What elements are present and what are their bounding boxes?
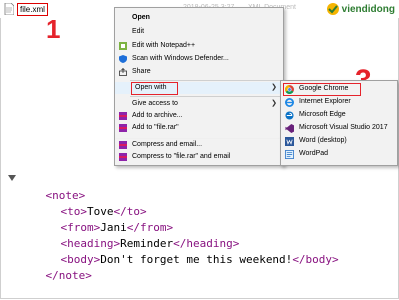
menu-item-edit-notepadpp[interactable]: Edit with Notepad++ — [115, 40, 283, 52]
winrar-icon — [119, 153, 127, 161]
menu-item-scan-defender[interactable]: Scan with Windows Defender... — [115, 53, 283, 65]
menu-item-share[interactable]: Share — [115, 66, 283, 78]
defender-shield-icon — [119, 55, 127, 63]
submenu-item-visual-studio[interactable]: Microsoft Visual Studio 2017 — [281, 122, 397, 134]
menu-item-open-with[interactable]: Open with ❯ — [115, 82, 283, 95]
submenu-item-microsoft-edge[interactable]: Microsoft Edge — [281, 109, 397, 121]
collapse-toggle-icon[interactable] — [8, 175, 16, 181]
visual-studio-icon — [285, 124, 294, 133]
file-entry[interactable]: file.xml — [4, 2, 48, 16]
notepadpp-icon — [119, 42, 127, 50]
internet-explorer-icon — [285, 98, 294, 107]
menu-separator — [130, 96, 280, 97]
open-with-submenu: Google Chrome Internet Explorer Microsof… — [280, 80, 398, 166]
word-icon — [285, 137, 294, 146]
submenu-item-word[interactable]: Word (desktop) — [281, 135, 397, 147]
submenu-arrow-icon: ❯ — [271, 100, 277, 107]
submenu-item-internet-explorer[interactable]: Internet Explorer — [281, 96, 397, 108]
chrome-icon — [285, 85, 294, 94]
menu-item-edit[interactable]: Edit — [115, 26, 283, 38]
winrar-icon — [119, 112, 127, 120]
xml-note-close-line: </note> — [45, 269, 92, 282]
brand-logo-text: viendidong — [341, 3, 395, 15]
menu-item-compress-rar-email[interactable]: Compress to "file.rar" and email — [115, 151, 283, 163]
submenu-item-wordpad[interactable]: WordPad — [281, 148, 397, 160]
submenu-item-google-chrome[interactable]: Google Chrome — [281, 83, 397, 96]
context-menu: Open Edit Edit with Notepad++ Scan with … — [114, 7, 284, 141]
menu-separator — [130, 80, 280, 81]
menu-item-give-access[interactable]: Give access to ❯ — [115, 98, 283, 110]
wordpad-icon — [285, 150, 294, 159]
xml-file-icon — [4, 3, 14, 15]
menu-item-open[interactable]: Open — [115, 12, 283, 24]
share-icon — [119, 68, 127, 76]
submenu-arrow-icon: ❯ — [271, 84, 277, 91]
file-name-label[interactable]: file.xml — [17, 2, 48, 16]
brand-logo: viendidong — [326, 2, 395, 16]
brand-logo-icon — [326, 3, 339, 15]
winrar-icon — [119, 141, 127, 149]
context-menu-continued: Compress and email... Compress to "file.… — [114, 139, 284, 166]
step-number-1: 1 — [46, 14, 61, 44]
menu-item-add-to-file-rar[interactable]: Add to "file.rar" — [115, 122, 283, 134]
menu-item-compress-email[interactable]: Compress and email... — [115, 139, 283, 151]
menu-item-add-archive[interactable]: Add to archive... — [115, 110, 283, 122]
winrar-icon — [119, 124, 127, 132]
edge-icon — [285, 111, 294, 120]
